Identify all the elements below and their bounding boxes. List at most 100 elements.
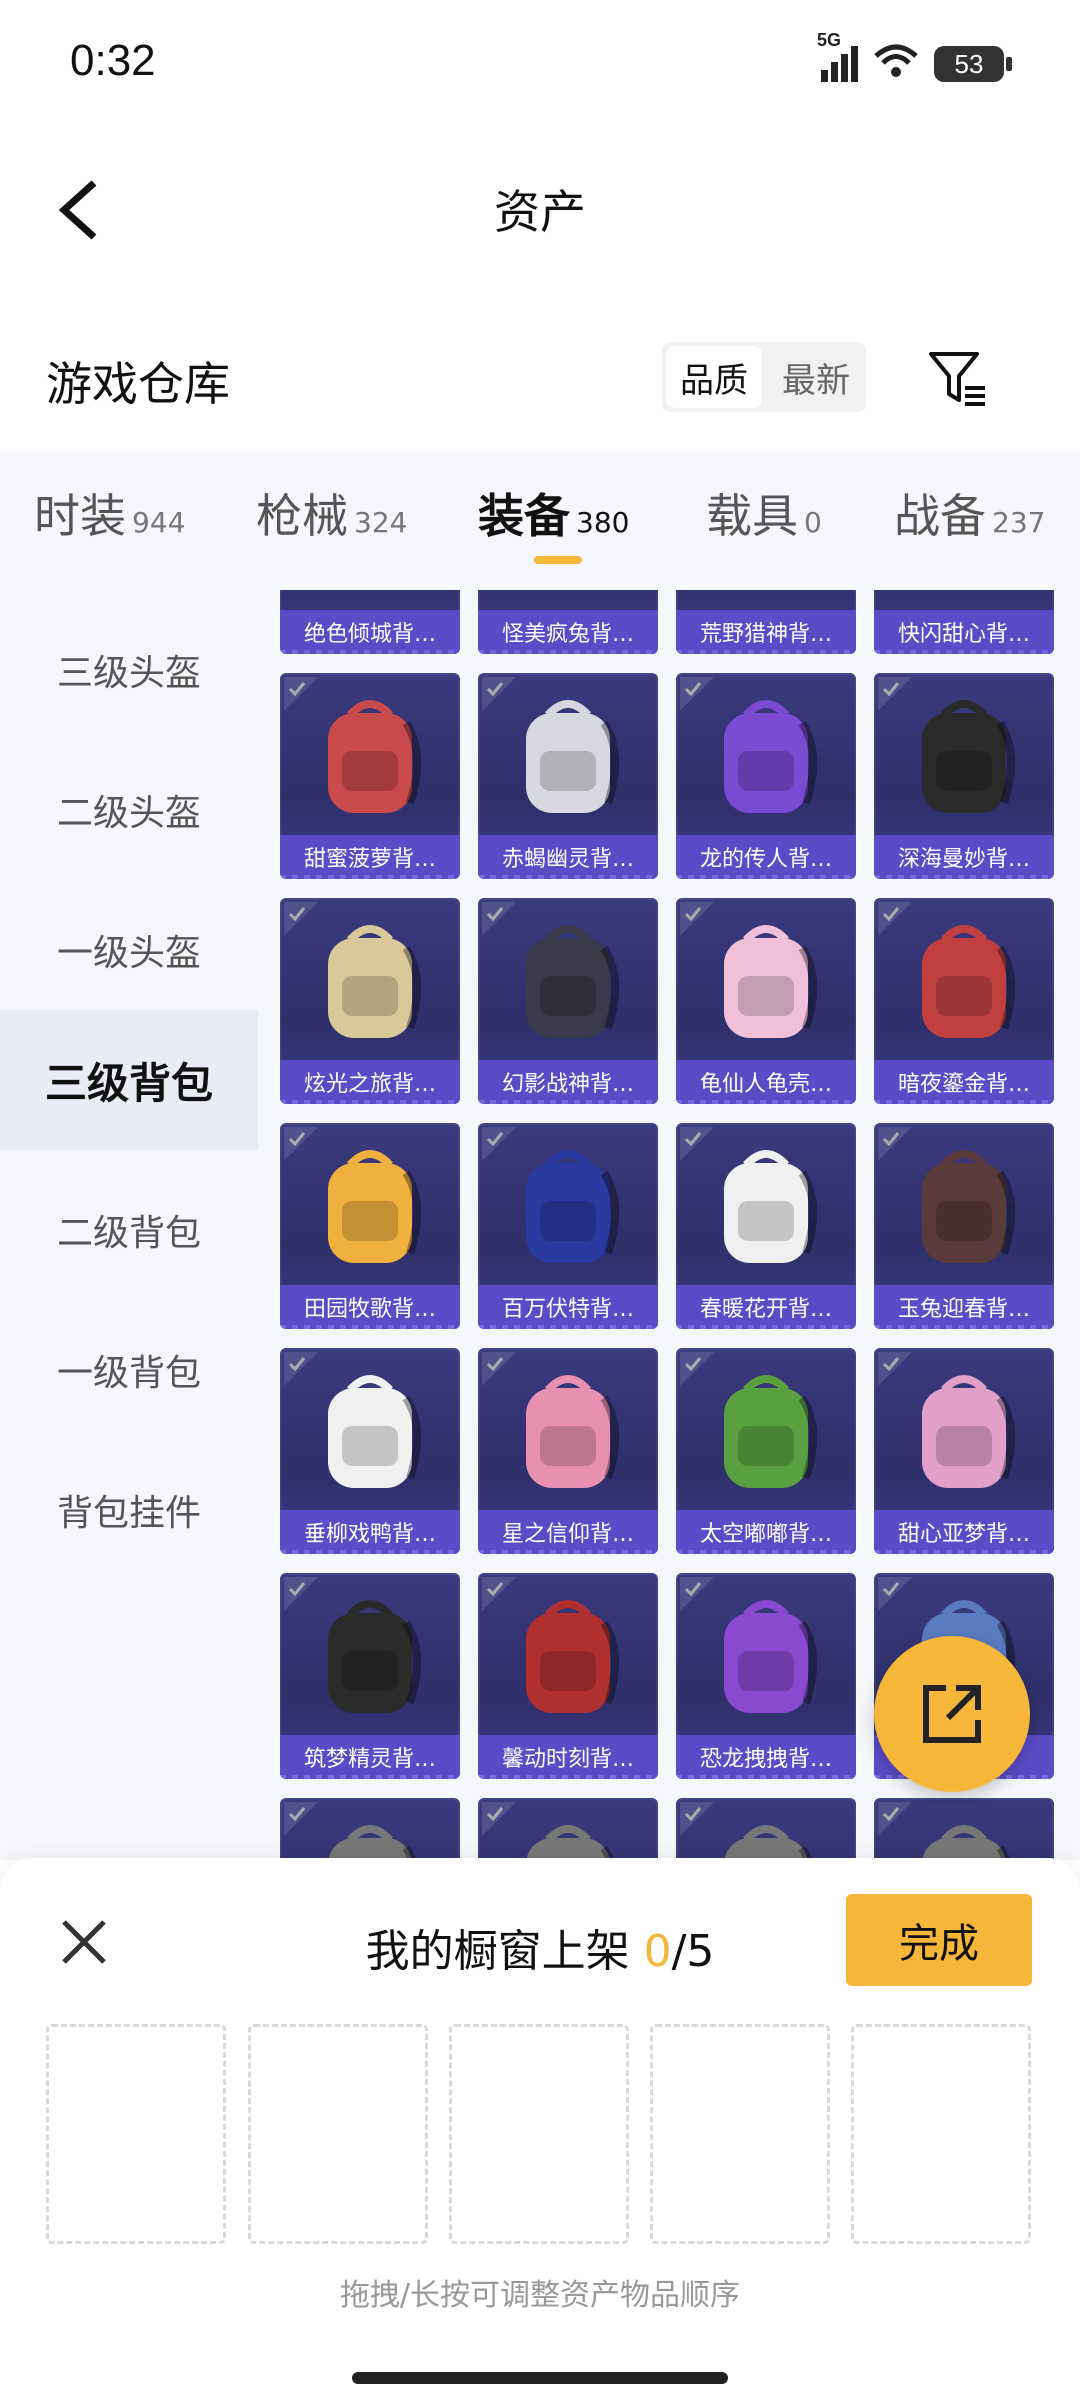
showcase-slot[interactable] [248,2024,428,2244]
tab-vehicles[interactable]: 载具 0 [706,480,822,546]
showcase-max: /5 [671,1926,715,1977]
status-icons: 5G 53 [817,30,1012,88]
showcase-slot[interactable] [851,2024,1031,2244]
tab-count: 324 [354,506,408,539]
item-name: 星之信仰背… [478,1510,658,1554]
item-card[interactable]: 筑梦精灵背… [280,1573,460,1779]
item-name: 快闪甜心背… [874,610,1054,654]
tab-fashion[interactable]: 时装 944 [34,480,185,546]
backpack-icon [526,1825,615,1860]
item-card[interactable]: 赤蝎幽灵背… [478,673,658,879]
backpack-icon [328,700,422,813]
item-card[interactable]: 荒野猎神背… [676,590,856,654]
backpack-icon [526,1600,620,1713]
status-time: 0:32 [70,36,156,85]
share-icon [923,1685,981,1743]
backpack-icon [922,1375,1016,1488]
item-card[interactable]: 恐龙拽拽背… [676,1573,856,1779]
backpack-icon [724,1600,818,1713]
item-name: 深海曼妙背… [874,835,1054,879]
backpack-icon [922,700,1016,813]
item-name: 田园牧歌背… [280,1285,460,1329]
item-card[interactable]: 百万伏特背… [478,1123,658,1329]
item-name: 垂柳戏鸭背… [280,1510,460,1554]
backpack-icon [328,1375,422,1488]
tab-label: 装备 [478,489,570,543]
item-card[interactable]: 春暖花开背… [676,1123,856,1329]
item-card[interactable]: 幻影战神背… [478,898,658,1104]
showcase-slot[interactable] [650,2024,830,2244]
item-card[interactable]: 暗夜鎏金背… [874,898,1054,1104]
backpack-icon [310,590,430,598]
item-card[interactable]: 龟仙人龟壳… [676,898,856,1104]
item-name: 暗夜鎏金背… [874,1060,1054,1104]
tab-count: 944 [132,506,186,539]
item-card[interactable]: 甜蜜菠萝背… [280,673,460,879]
showcase-slot[interactable] [449,2024,629,2244]
item-card[interactable]: 深海曼妙背… [874,673,1054,879]
item-name: 龙的传人背… [676,835,856,879]
sidebar-item-backpack-1[interactable]: 一级背包 [0,1300,258,1440]
item-name: 赤蝎幽灵背… [478,835,658,879]
backpack-icon [724,925,818,1038]
sidebar-item-helmet-2[interactable]: 二级头盔 [0,740,258,880]
showcase-title-text: 我的橱窗上架 [365,1926,630,1977]
showcase-slot[interactable] [46,2024,226,2244]
backpack-icon [508,590,628,598]
sidebar: 三级头盔 二级头盔 一级头盔 三级背包 二级背包 一级背包 背包挂件 [0,590,258,1860]
backpack-icon [922,1825,1011,1860]
done-button[interactable]: 完成 [846,1894,1032,1986]
home-indicator[interactable] [352,2372,728,2384]
sidebar-item-helmet-3[interactable]: 三级头盔 [0,600,258,740]
backpack-icon [706,590,826,598]
backpack-icon [922,925,1016,1038]
item-card[interactable] [478,1798,658,1860]
filter-button[interactable] [922,342,994,414]
item-card[interactable]: 绝色倾城背… [280,590,460,654]
backpack-icon [724,1150,818,1263]
item-name: 太空嘟嘟背… [676,1510,856,1554]
item-card[interactable]: 炫光之旅背… [280,898,460,1104]
tab-count: 380 [576,506,630,539]
wifi-icon [872,42,920,86]
item-card[interactable]: 快闪甜心背… [874,590,1054,654]
item-card[interactable]: 龙的传人背… [676,673,856,879]
backpack-icon [526,1375,620,1488]
sidebar-item-backpack-charm[interactable]: 背包挂件 [0,1440,258,1580]
item-name: 炫光之旅背… [280,1060,460,1104]
item-card[interactable]: 太空嘟嘟背… [676,1348,856,1554]
tab-equipment[interactable]: 装备 380 [478,480,629,546]
backpack-icon [328,1150,422,1263]
tab-firearms[interactable]: 枪械 324 [256,480,407,546]
item-name: 玉兔迎春背… [874,1285,1054,1329]
item-card[interactable]: 怪美疯兔背… [478,590,658,654]
tab-supplies[interactable]: 战备 237 [894,480,1045,546]
reorder-hint: 拖拽/长按可调整资产物品顺序 [339,2278,741,2313]
network-label: 5G [817,30,842,50]
item-card[interactable]: 玉兔迎春背… [874,1123,1054,1329]
item-card[interactable]: 田园牧歌背… [280,1123,460,1329]
sidebar-item-backpack-3[interactable]: 三级背包 [0,1010,258,1150]
share-button[interactable] [874,1636,1030,1792]
sort-quality-button[interactable]: 品质 [666,346,762,408]
backpack-icon [526,700,620,813]
item-card[interactable] [874,1798,1054,1860]
sidebar-item-backpack-2[interactable]: 二级背包 [0,1160,258,1300]
item-card[interactable] [280,1798,460,1860]
showcase-count: 0 [643,1926,672,1977]
item-card[interactable] [676,1798,856,1860]
item-card[interactable]: 馨动时刻背… [478,1573,658,1779]
item-card[interactable]: 星之信仰背… [478,1348,658,1554]
backpack-icon [724,1825,813,1860]
backpack-icon [328,1825,417,1860]
sort-latest-button[interactable]: 最新 [766,342,866,412]
backpack-icon [526,925,620,1038]
backpack-icon [526,1150,620,1263]
item-name: 春暖花开背… [676,1285,856,1329]
item-card[interactable]: 垂柳戏鸭背… [280,1348,460,1554]
item-card[interactable]: 甜心亚梦背… [874,1348,1054,1554]
tab-label: 时装 [34,489,126,543]
sidebar-item-helmet-1[interactable]: 一级头盔 [0,880,258,1020]
backpack-icon [724,1375,818,1488]
tab-count: 237 [992,506,1046,539]
